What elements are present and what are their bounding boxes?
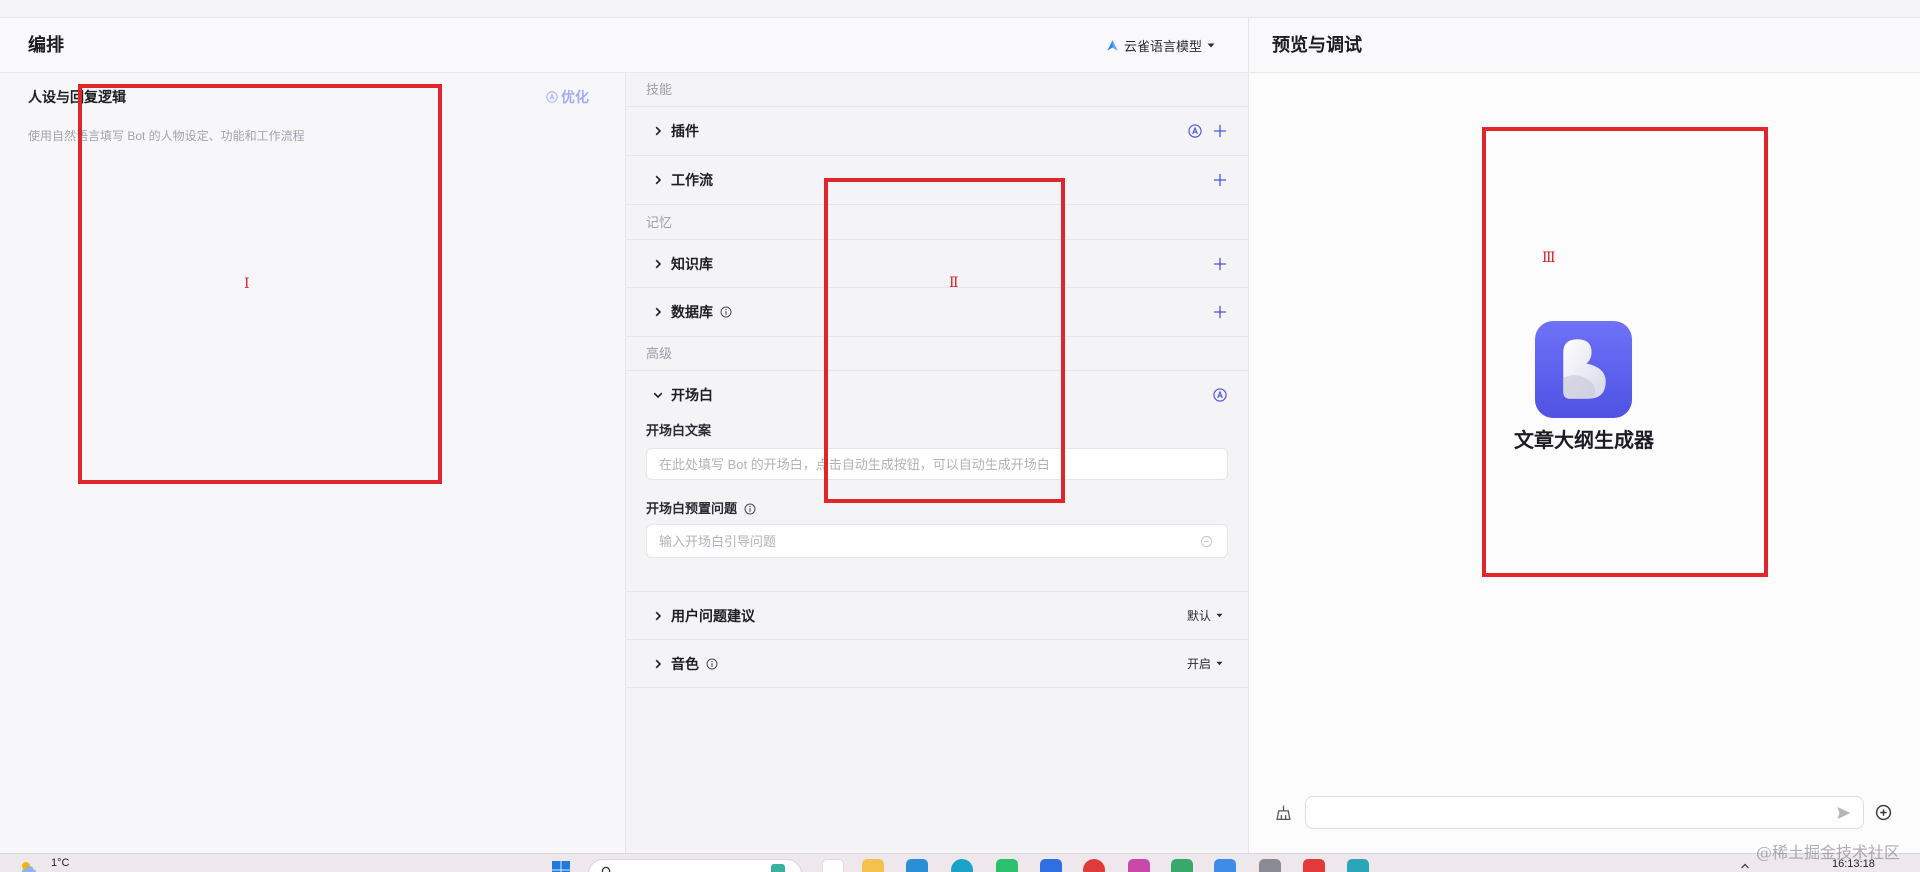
taskbar-search[interactable] xyxy=(588,859,802,872)
auto-optimize-icon[interactable] xyxy=(546,91,558,103)
add-workflow-plus-icon[interactable] xyxy=(1213,173,1227,187)
chevron-right-icon xyxy=(652,658,664,670)
window-top-strip xyxy=(0,0,1920,18)
browser-chrome-icon[interactable] xyxy=(1083,859,1105,872)
voice-value: 开启 xyxy=(1186,657,1211,671)
caret-down-icon xyxy=(1216,661,1224,666)
suggestions-row[interactable]: 用户问题建议 默认 xyxy=(626,591,1248,639)
broom-icon[interactable] xyxy=(1275,804,1292,821)
browser-edge-icon[interactable] xyxy=(951,859,973,872)
search-highlight-icon xyxy=(771,864,785,872)
workflow-label: 工作流 xyxy=(671,172,713,188)
suggestions-label: 用户问题建议 xyxy=(671,607,755,624)
info-icon[interactable] xyxy=(706,658,718,670)
suggestions-dropdown[interactable]: 默认 xyxy=(1187,606,1224,626)
chevron-right-icon xyxy=(652,125,664,137)
model-selector-label: 云雀语言模型 xyxy=(1124,38,1203,54)
chevron-right-icon xyxy=(652,610,664,622)
folder-icon[interactable] xyxy=(862,859,884,872)
model-selector[interactable]: 云雀语言模型 xyxy=(1106,35,1215,55)
add-database-plus-icon[interactable] xyxy=(1213,305,1227,319)
add-knowledge-plus-icon[interactable] xyxy=(1213,257,1227,271)
voice-dropdown[interactable]: 开启 xyxy=(1187,654,1224,674)
app-icon-todo[interactable] xyxy=(1040,859,1062,872)
opening-questions-label: 开场白预置问题 xyxy=(646,499,756,519)
app-icon-multicolor[interactable] xyxy=(1128,859,1150,872)
weather-temp: 1°C xyxy=(51,857,70,869)
watermark: @稀土掘金技术社区 xyxy=(1756,843,1901,862)
send-icon[interactable] xyxy=(1836,805,1852,821)
chevron-right-icon xyxy=(652,258,664,270)
weather-icon[interactable] xyxy=(18,857,40,872)
chevron-right-icon xyxy=(652,306,664,318)
annotation-label-2: Ⅱ xyxy=(949,275,959,291)
os-taskbar: 1°C 16:13:18 xyxy=(0,853,1920,872)
app-icon-red[interactable] xyxy=(1303,859,1325,872)
annotation-box-2 xyxy=(824,178,1065,503)
opening-questions-label-text: 开场白预置问题 xyxy=(646,501,738,516)
app-icon-teal[interactable] xyxy=(1347,859,1369,872)
database-label: 数据库 xyxy=(671,304,713,320)
editor-header: 编排 云雀语言模型 xyxy=(0,18,1248,73)
info-icon[interactable] xyxy=(744,503,756,515)
plugin-label: 插件 xyxy=(671,123,699,139)
chevron-down-icon xyxy=(652,389,664,401)
annotation-label-3: Ⅲ xyxy=(1542,250,1556,266)
app-icon-feather[interactable] xyxy=(1214,859,1236,872)
editor-title: 编排 xyxy=(28,35,64,55)
app-icon-sheet[interactable] xyxy=(1171,859,1193,872)
chat-input[interactable] xyxy=(1306,797,1863,828)
app-icon-green[interactable] xyxy=(996,859,1018,872)
minus-circle-icon[interactable] xyxy=(1200,535,1213,548)
caret-down-icon xyxy=(1216,613,1224,618)
caret-down-icon xyxy=(1207,43,1215,48)
voice-row[interactable]: 音色 开启 xyxy=(626,639,1248,688)
chevron-right-icon xyxy=(652,174,664,186)
app-icon-files[interactable] xyxy=(822,859,844,872)
preview-header: 预览与调试 xyxy=(1248,18,1920,73)
store-icon[interactable] xyxy=(906,859,928,872)
windows-start-icon[interactable] xyxy=(551,860,573,872)
annotation-box-3 xyxy=(1482,127,1768,577)
optimize-button[interactable]: 优化 xyxy=(561,87,589,107)
opening-question-input[interactable] xyxy=(647,525,1227,557)
annotation-label-1: Ⅰ xyxy=(244,276,250,292)
annotation-box-1 xyxy=(78,84,442,484)
tray-chevron-up-icon[interactable] xyxy=(1740,861,1750,871)
opening-label: 开场白 xyxy=(671,387,713,403)
suggestions-value: 默认 xyxy=(1186,609,1211,623)
preview-title: 预览与调试 xyxy=(1272,35,1362,55)
opening-text-label-text: 开场白文案 xyxy=(646,423,712,438)
chat-input-box xyxy=(1305,796,1864,829)
plus-circle-icon[interactable] xyxy=(1875,804,1892,821)
plugin-row[interactable]: 插件 xyxy=(626,106,1248,155)
opening-text-label: 开场白文案 xyxy=(646,421,711,441)
knowledge-label: 知识库 xyxy=(671,255,713,272)
model-icon xyxy=(1106,39,1119,52)
voice-label: 音色 xyxy=(671,655,699,672)
auto-icon[interactable] xyxy=(1188,124,1202,138)
opening-question-field xyxy=(646,524,1228,558)
auto-icon[interactable] xyxy=(1213,388,1227,402)
section-label-skills: 技能 xyxy=(646,82,673,97)
add-plugin-plus-icon[interactable] xyxy=(1213,124,1227,138)
app-icon-gray[interactable] xyxy=(1259,859,1281,872)
search-icon xyxy=(601,866,613,872)
info-icon[interactable] xyxy=(720,306,732,318)
